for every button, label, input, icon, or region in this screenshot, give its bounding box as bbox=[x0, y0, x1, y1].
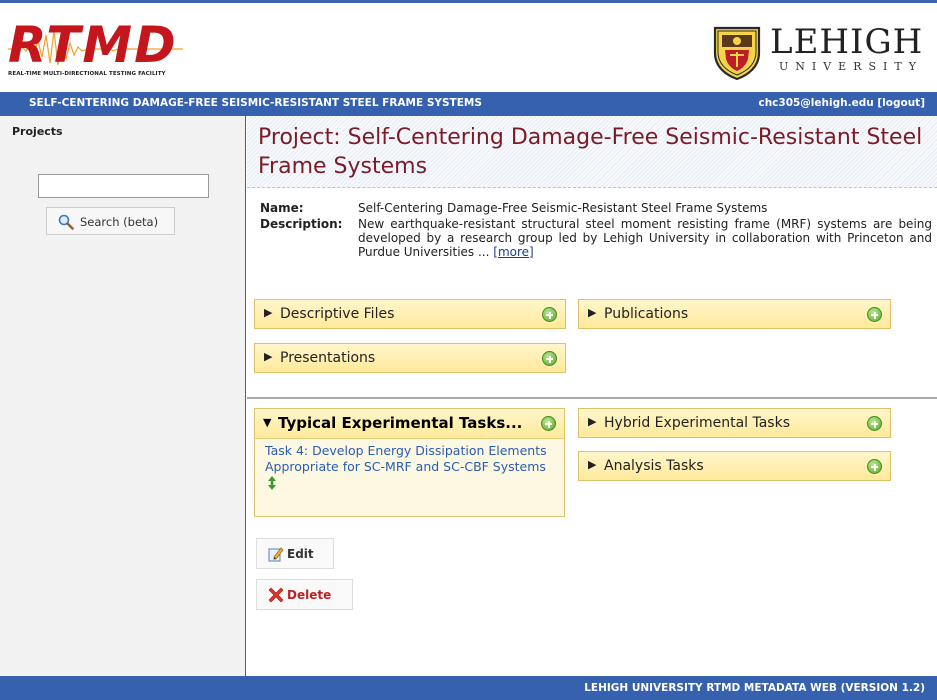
descriptive-files-panel[interactable]: ▶ Descriptive Files bbox=[254, 299, 566, 329]
search-button-label: Search (beta) bbox=[80, 215, 159, 229]
task-title: Task 4: Develop Energy Dissipation Eleme… bbox=[265, 443, 547, 474]
publications-panel[interactable]: ▶ Publications bbox=[578, 299, 891, 329]
page-title: Project: Self-Centering Damage-Free Seis… bbox=[258, 125, 923, 179]
collapsed-triangle-icon: ▶ bbox=[588, 415, 597, 428]
name-row: Name: Self-Centering Damage-Free Seismic… bbox=[260, 201, 932, 217]
name-value: Self-Centering Damage-Free Seismic-Resis… bbox=[358, 201, 768, 215]
rtmd-logo-text: RTMD bbox=[8, 16, 178, 74]
name-label: Name: bbox=[260, 201, 304, 215]
search-input[interactable] bbox=[38, 174, 209, 198]
section-title: SELF-CENTERING DAMAGE-FREE SEISMIC-RESIS… bbox=[29, 97, 482, 109]
delete-button[interactable]: Delete bbox=[256, 579, 353, 610]
collapsed-triangle-icon: ▶ bbox=[264, 350, 273, 363]
panel-label: Descriptive Files bbox=[280, 306, 395, 322]
description-label: Description: bbox=[260, 217, 343, 231]
title-bar: SELF-CENTERING DAMAGE-FREE SEISMIC-RESIS… bbox=[0, 92, 937, 116]
panel-label: Presentations bbox=[280, 350, 376, 366]
delete-button-label: Delete bbox=[287, 588, 332, 602]
app-window: RTMD REAL-TIME MULTI-DIRECTIONAL TESTING… bbox=[0, 0, 937, 700]
red-x-icon bbox=[268, 587, 284, 603]
panel-label: Hybrid Experimental Tasks bbox=[604, 415, 790, 431]
lehigh-shield-icon bbox=[713, 26, 761, 81]
up-down-arrow-icon[interactable] bbox=[267, 475, 277, 491]
add-plus-icon[interactable] bbox=[867, 459, 882, 474]
sidebar: Projects Search (beta) bbox=[0, 116, 246, 676]
projects-heading: Projects bbox=[12, 125, 63, 138]
add-plus-icon[interactable] bbox=[867, 416, 882, 431]
panel-label: Publications bbox=[604, 306, 689, 322]
project-title-banner: Project: Self-Centering Damage-Free Seis… bbox=[247, 116, 937, 188]
main-content: Project: Self-Centering Damage-Free Seis… bbox=[247, 116, 937, 676]
expanded-triangle-icon: ▼ bbox=[263, 416, 272, 429]
header: RTMD REAL-TIME MULTI-DIRECTIONAL TESTING… bbox=[0, 0, 937, 92]
collapsed-triangle-icon: ▶ bbox=[588, 458, 597, 471]
analysis-tasks-panel[interactable]: ▶ Analysis Tasks bbox=[578, 451, 891, 481]
rtmd-logo-tagline: REAL-TIME MULTI-DIRECTIONAL TESTING FACI… bbox=[8, 71, 166, 77]
add-plus-icon[interactable] bbox=[542, 351, 557, 366]
logout-link[interactable]: chc305@lehigh.edu [logout] bbox=[758, 97, 925, 109]
collapsed-triangle-icon: ▶ bbox=[264, 306, 273, 319]
hybrid-experimental-tasks-panel[interactable]: ▶ Hybrid Experimental Tasks bbox=[578, 408, 891, 438]
more-link[interactable]: [more] bbox=[493, 245, 533, 259]
footer-text: LEHIGH UNIVERSITY RTMD METADATA WEB (VER… bbox=[584, 682, 925, 694]
description-row: Description: New earthquake-resistant st… bbox=[260, 217, 932, 259]
lehigh-subtitle: UNIVERSITY bbox=[779, 60, 923, 73]
description-text: New earthquake-resistant structural stee… bbox=[358, 217, 932, 259]
add-plus-icon[interactable] bbox=[867, 307, 882, 322]
lehigh-wordmark: LEHIGH bbox=[770, 22, 924, 62]
collapsed-triangle-icon: ▶ bbox=[588, 306, 597, 319]
task-link[interactable]: Task 4: Develop Energy Dissipation Eleme… bbox=[265, 443, 550, 493]
typical-tasks-header[interactable]: ▼ Typical Experimental Tasks... bbox=[255, 409, 564, 439]
search-icon bbox=[58, 214, 74, 230]
project-info: Name: Self-Centering Damage-Free Seismic… bbox=[260, 201, 932, 259]
edit-button[interactable]: Edit bbox=[256, 538, 334, 569]
panel-label: Analysis Tasks bbox=[604, 458, 704, 474]
presentations-panel[interactable]: ▶ Presentations bbox=[254, 343, 566, 373]
rtmd-logo[interactable]: RTMD REAL-TIME MULTI-DIRECTIONAL TESTING… bbox=[8, 17, 183, 81]
section-divider bbox=[247, 397, 937, 399]
pencil-icon bbox=[268, 547, 284, 562]
footer: LEHIGH UNIVERSITY RTMD METADATA WEB (VER… bbox=[0, 676, 937, 700]
add-plus-icon[interactable] bbox=[541, 416, 556, 431]
typical-experimental-tasks-panel: ▼ Typical Experimental Tasks... Task 4: … bbox=[254, 408, 565, 517]
edit-button-label: Edit bbox=[287, 547, 314, 561]
search-button[interactable]: Search (beta) bbox=[46, 207, 175, 235]
add-plus-icon[interactable] bbox=[542, 307, 557, 322]
lehigh-university-logo[interactable]: LEHIGH UNIVERSITY bbox=[712, 22, 932, 81]
description-value: New earthquake-resistant structural stee… bbox=[358, 217, 932, 259]
panel-label: Typical Experimental Tasks... bbox=[278, 414, 523, 432]
